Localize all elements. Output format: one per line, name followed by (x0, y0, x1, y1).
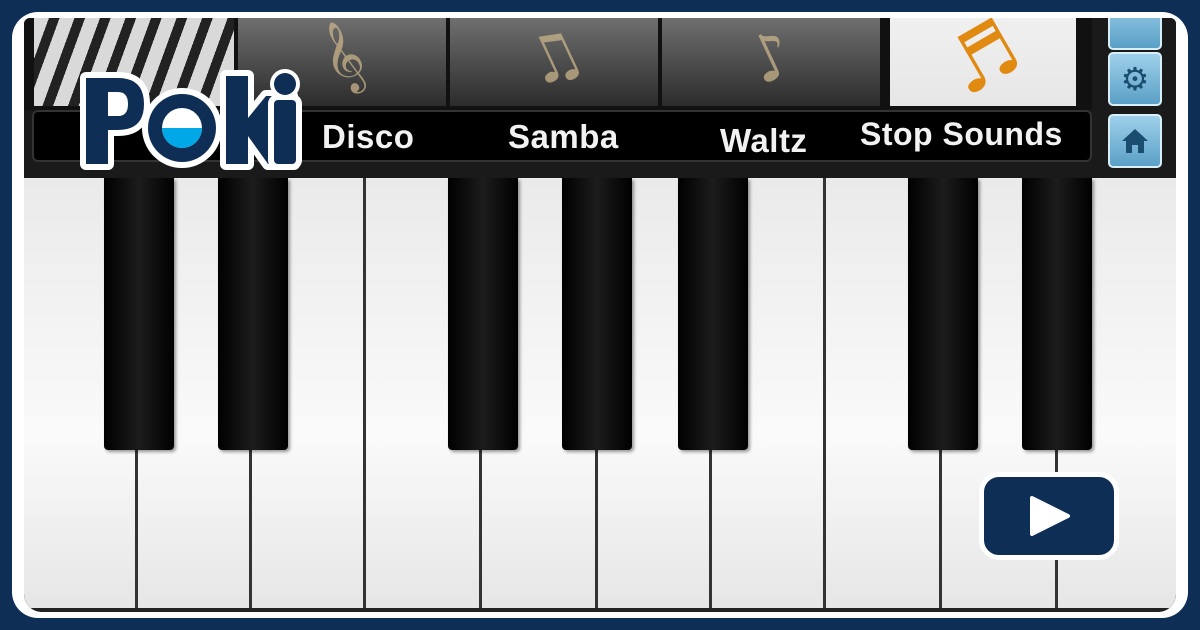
instrument-saxophone[interactable]: ♪ (662, 18, 884, 106)
side-controls: ⚙ (1092, 18, 1176, 178)
saxophone-icon: ♪ (736, 18, 806, 101)
home-icon (1122, 129, 1148, 153)
play-icon (1030, 496, 1070, 536)
poki-logo (80, 69, 302, 170)
samba-button[interactable]: Samba (508, 118, 619, 156)
black-key[interactable] (908, 178, 978, 450)
black-key[interactable] (448, 178, 518, 450)
play-button[interactable] (979, 472, 1119, 560)
settings-button[interactable]: ⚙ (1108, 52, 1162, 106)
home-button[interactable] (1108, 114, 1162, 168)
waltz-button[interactable]: Waltz (720, 122, 807, 160)
instrument-guitar[interactable]: ♬ (890, 18, 1080, 106)
disco-button[interactable]: Disco (322, 118, 414, 156)
stop-sounds-button[interactable]: Stop Sounds (860, 116, 1063, 153)
violin-icon: 𝄞 (309, 18, 375, 100)
gear-icon: ⚙ (1120, 60, 1150, 98)
guitar-icon: ♬ (930, 18, 1036, 106)
black-key[interactable] (104, 178, 174, 450)
black-key[interactable] (562, 178, 632, 450)
black-key[interactable] (678, 178, 748, 450)
black-key[interactable] (218, 178, 288, 450)
instrument-clarinet[interactable]: ♫ (450, 18, 662, 106)
clarinet-icon: ♫ (512, 18, 596, 105)
top-button[interactable] (1108, 18, 1162, 50)
black-key[interactable] (1022, 178, 1092, 450)
